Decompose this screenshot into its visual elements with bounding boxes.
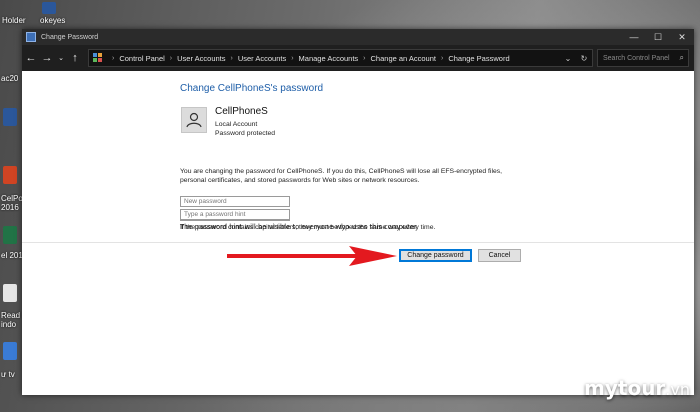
new-password-input[interactable] [180, 196, 290, 207]
warning-text: You are changing the password for CellPh… [180, 167, 540, 185]
excel-app-icon[interactable] [3, 226, 17, 244]
breadcrumb-separator[interactable]: › [363, 55, 365, 62]
desktop-label[interactable]: Read [1, 311, 20, 320]
breadcrumb-change-account[interactable]: Change an Account [371, 54, 436, 63]
back-button[interactable]: ← [24, 52, 38, 64]
account-status: Password protected [215, 130, 276, 137]
cancel-button[interactable]: Cancel [478, 249, 521, 262]
title-bar[interactable]: Change Password — ☐ ✕ [22, 29, 694, 45]
word-file-icon[interactable] [42, 2, 56, 14]
page-title: Change CellPhoneS's password [180, 83, 324, 94]
control-panel-icon [26, 32, 36, 42]
watermark-brand: mytour [584, 376, 666, 400]
breadcrumb-manage-accounts[interactable]: Manage Accounts [299, 54, 359, 63]
refresh-button[interactable]: ↻ [576, 54, 592, 63]
tool-app-icon[interactable] [3, 342, 17, 360]
powerpoint-app-icon[interactable] [3, 166, 17, 184]
control-panel-icon [93, 53, 103, 63]
forward-button[interactable]: → [40, 52, 54, 64]
breadcrumb-separator[interactable]: › [170, 55, 172, 62]
breadcrumb-control-panel[interactable]: Control Panel [119, 54, 164, 63]
user-icon [186, 112, 202, 128]
user-avatar [181, 107, 207, 133]
navigation-bar: ← → ⌄ ↑ › Control Panel › User Accounts … [22, 45, 694, 71]
word-app-icon[interactable] [3, 108, 17, 126]
breadcrumb-separator[interactable]: › [441, 55, 443, 62]
warning-line: personal certificates, and stored passwo… [180, 177, 420, 184]
password-hint-input[interactable] [180, 209, 290, 220]
breadcrumb-user-accounts-2[interactable]: User Accounts [238, 54, 286, 63]
pdf-reader-icon[interactable] [3, 284, 17, 302]
divider [22, 242, 694, 243]
search-input[interactable]: Search Control Panel ⌕ [597, 49, 689, 67]
breadcrumb-change-password[interactable]: Change Password [448, 54, 509, 63]
window-title: Change Password [41, 33, 99, 41]
watermark-suffix: .vn [665, 380, 690, 399]
search-icon: ⌕ [679, 53, 684, 62]
hint-visibility-note: The password hint will be visible to eve… [180, 223, 419, 231]
breadcrumb-separator[interactable]: › [291, 55, 293, 62]
maximize-button[interactable]: ☐ [646, 29, 670, 45]
breadcrumb-separator[interactable]: › [231, 55, 233, 62]
warning-line: You are changing the password for CellPh… [180, 168, 503, 175]
close-button[interactable]: ✕ [670, 29, 694, 45]
account-type: Local Account [215, 121, 258, 128]
up-button[interactable]: ↑ [68, 52, 82, 64]
breadcrumb-separator: › [112, 54, 115, 62]
recent-locations-button[interactable]: ⌄ [56, 54, 66, 62]
minimize-button[interactable]: — [622, 29, 646, 45]
address-bar[interactable]: › Control Panel › User Accounts › User A… [88, 49, 593, 67]
red-pointer-arrow [227, 246, 397, 266]
search-placeholder: Search Control Panel [603, 54, 670, 62]
desktop-label[interactable]: ac20 [1, 74, 18, 83]
change-password-button[interactable]: Change password [399, 249, 472, 262]
change-password-window: Change Password — ☐ ✕ ← → ⌄ ↑ › Control … [22, 29, 694, 395]
desktop-label[interactable]: Holder [2, 16, 26, 25]
address-dropdown-button[interactable]: ⌄ [560, 54, 576, 63]
desktop-label[interactable]: okeyes [40, 16, 65, 25]
desktop-label[interactable]: el 201 [1, 251, 23, 260]
desktop-label[interactable]: CelPo [1, 194, 23, 203]
desktop-label[interactable]: indo [1, 320, 16, 329]
desktop-label[interactable]: ư tv [1, 370, 15, 379]
breadcrumb-user-accounts[interactable]: User Accounts [177, 54, 225, 63]
mytour-watermark: mytour.vn [584, 376, 690, 400]
account-name: CellPhoneS [215, 106, 268, 117]
desktop-label[interactable]: 2016 [1, 203, 19, 212]
